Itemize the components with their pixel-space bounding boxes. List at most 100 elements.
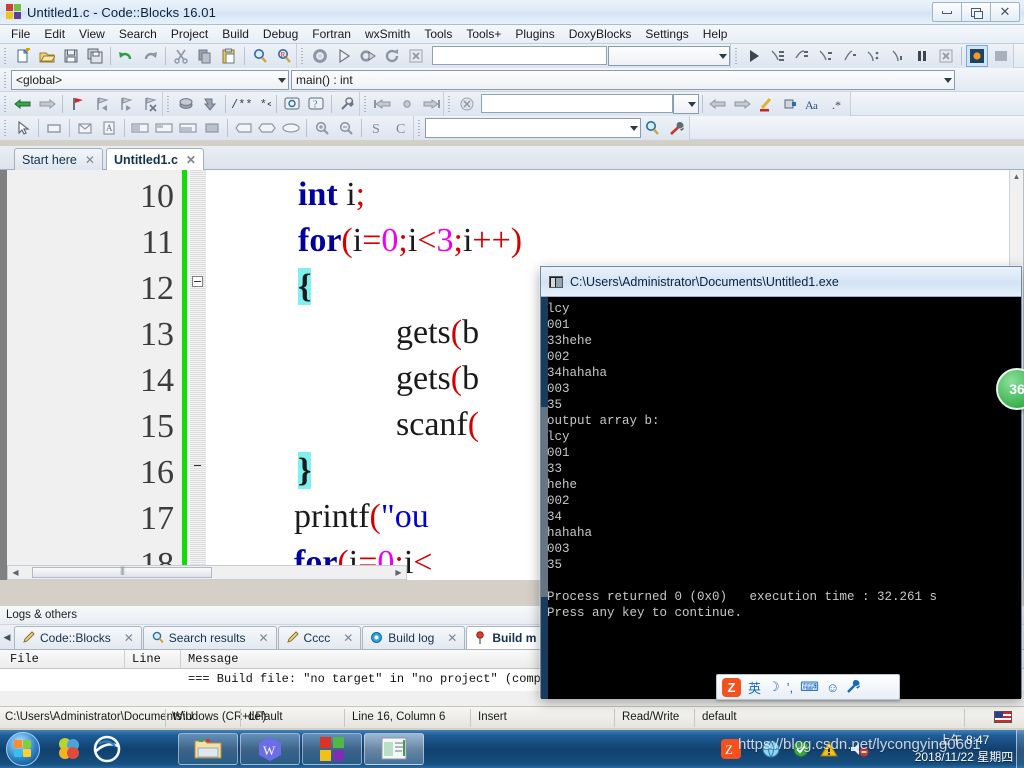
menu-wxsmith[interactable]: wxSmith: [358, 25, 417, 43]
run-icon[interactable]: [333, 45, 355, 67]
redo-icon[interactable]: [139, 45, 161, 67]
menu-debug[interactable]: Debug: [256, 25, 305, 43]
clear-bookmarks-icon[interactable]: [139, 93, 161, 115]
doxygen-run-icon[interactable]: [175, 93, 197, 115]
zoom-in-icon[interactable]: [311, 117, 333, 139]
close-button[interactable]: ✕: [990, 2, 1020, 22]
scope-combo[interactable]: <global>: [11, 69, 289, 90]
cut-icon[interactable]: [170, 45, 192, 67]
ime-logo-icon[interactable]: Z: [722, 677, 741, 697]
previous-bookmark-icon[interactable]: [91, 93, 113, 115]
log-tab-cccc[interactable]: Cccc ✕: [277, 625, 362, 649]
internet-explorer-icon[interactable]: [92, 734, 122, 764]
panel-widget-icon[interactable]: [43, 117, 65, 139]
spacer-left-icon[interactable]: [232, 117, 254, 139]
toolbar-gripper[interactable]: [2, 93, 9, 114]
debugging-windows-icon[interactable]: [966, 44, 988, 67]
doxyblocks-config-icon[interactable]: [336, 93, 358, 115]
menu-edit[interactable]: Edit: [37, 25, 72, 43]
save-file-icon[interactable]: [60, 45, 82, 67]
column-divider[interactable]: [124, 650, 125, 669]
menu-help[interactable]: Help: [696, 25, 735, 43]
toolbar-gripper[interactable]: [165, 93, 172, 114]
ime-settings-icon[interactable]: [846, 679, 861, 696]
toolbar-gripper[interactable]: [299, 45, 306, 66]
layout-bottom-icon[interactable]: [177, 117, 199, 139]
scroll-right-icon[interactable]: ▶: [391, 566, 406, 579]
fold-toggle-icon[interactable]: [192, 276, 203, 287]
ime-punctuation-icon[interactable]: ’,: [787, 680, 794, 695]
ime-keyboard-icon[interactable]: ⌨: [800, 679, 819, 695]
abort-build-icon[interactable]: [405, 45, 427, 67]
class-mode-icon[interactable]: C: [390, 117, 412, 139]
layout-left-icon[interactable]: [153, 117, 175, 139]
browse-back-icon[interactable]: [12, 93, 34, 115]
close-icon[interactable]: ✕: [124, 631, 134, 645]
debug-run-to-cursor-icon[interactable]: [767, 45, 789, 67]
toolbar-gripper[interactable]: [2, 45, 9, 66]
build-target-input[interactable]: [432, 46, 607, 65]
console-scrollbar[interactable]: [541, 297, 548, 699]
build-and-run-icon[interactable]: [357, 45, 379, 67]
copy-icon[interactable]: [194, 45, 216, 67]
build-target-combo[interactable]: [608, 45, 730, 66]
debug-continue-icon[interactable]: [743, 45, 765, 67]
symbol-search-icon[interactable]: [642, 117, 664, 139]
windows-app-taskbar-button[interactable]: [302, 733, 362, 765]
debug-next-line-icon[interactable]: [791, 45, 813, 67]
fortran-jump-icon[interactable]: [396, 93, 418, 115]
find-icon[interactable]: [249, 45, 271, 67]
scroll-left-icon[interactable]: ◀: [8, 566, 23, 579]
doxyblocks-help-icon[interactable]: ?: [305, 93, 327, 115]
menu-fortran[interactable]: Fortran: [305, 25, 358, 43]
toggle-bookmark-icon[interactable]: [67, 93, 89, 115]
tab-scroll-left-icon[interactable]: ◀: [0, 626, 14, 649]
debug-stop-icon[interactable]: [935, 45, 957, 67]
doxygen-comment-icon[interactable]: /** *<: [230, 93, 272, 115]
ime-moon-icon[interactable]: ☽: [768, 679, 780, 695]
undo-icon[interactable]: [115, 45, 137, 67]
toolbar-gripper[interactable]: [362, 93, 369, 114]
console-window[interactable]: C:\Users\Administrator\Documents\Untitle…: [540, 266, 1022, 699]
layout-fill-icon[interactable]: [201, 117, 223, 139]
ime-user-icon[interactable]: ☺: [826, 680, 839, 695]
menu-project[interactable]: Project: [164, 25, 215, 43]
debug-step-into-icon[interactable]: [815, 45, 837, 67]
zoom-out-icon[interactable]: [335, 117, 357, 139]
doxywizard-icon[interactable]: [281, 93, 303, 115]
start-button[interactable]: [6, 732, 40, 766]
media-player-icon[interactable]: [54, 734, 84, 764]
paste-icon[interactable]: [218, 45, 240, 67]
search-previous-icon[interactable]: [707, 93, 729, 115]
toolbar-gripper[interactable]: [2, 69, 9, 90]
scrollbar-thumb[interactable]: [32, 567, 212, 578]
rebuild-icon[interactable]: [381, 45, 403, 67]
column-divider[interactable]: [180, 650, 181, 669]
document-widget-icon[interactable]: A: [98, 117, 120, 139]
search-next-icon[interactable]: [731, 93, 753, 115]
ime-mode-icon[interactable]: 英: [748, 678, 761, 697]
replace-icon[interactable]: R: [273, 45, 295, 67]
restore-button[interactable]: [961, 2, 991, 22]
debug-break-icon[interactable]: [887, 45, 909, 67]
log-tab-build-log[interactable]: Build log ✕: [362, 625, 466, 649]
log-tab-codeblocks[interactable]: Code::Blocks ✕: [14, 625, 142, 649]
file-explorer-taskbar-button[interactable]: [178, 733, 238, 765]
close-icon[interactable]: ✕: [258, 631, 268, 645]
log-tab-search-results[interactable]: Search results ✕: [142, 625, 277, 649]
open-file-icon[interactable]: [36, 45, 58, 67]
scrollbar-thumb[interactable]: [541, 407, 548, 597]
pointer-icon[interactable]: [12, 117, 34, 139]
log-tab-build-messages[interactable]: Build m: [466, 625, 545, 649]
editor-horizontal-scrollbar[interactable]: ◀ ▶: [7, 565, 407, 580]
incremental-search-input[interactable]: [481, 94, 673, 113]
codecompletion-settings-icon[interactable]: [666, 117, 688, 139]
build-icon[interactable]: [309, 45, 331, 67]
browse-forward-icon[interactable]: [36, 93, 58, 115]
fortran-jump-forward-icon[interactable]: [420, 93, 442, 115]
menu-view[interactable]: View: [72, 25, 112, 43]
close-icon[interactable]: ✕: [343, 631, 353, 645]
close-icon[interactable]: ✕: [447, 631, 457, 645]
toolbar-gripper[interactable]: [733, 45, 740, 66]
menu-file[interactable]: File: [4, 25, 37, 43]
